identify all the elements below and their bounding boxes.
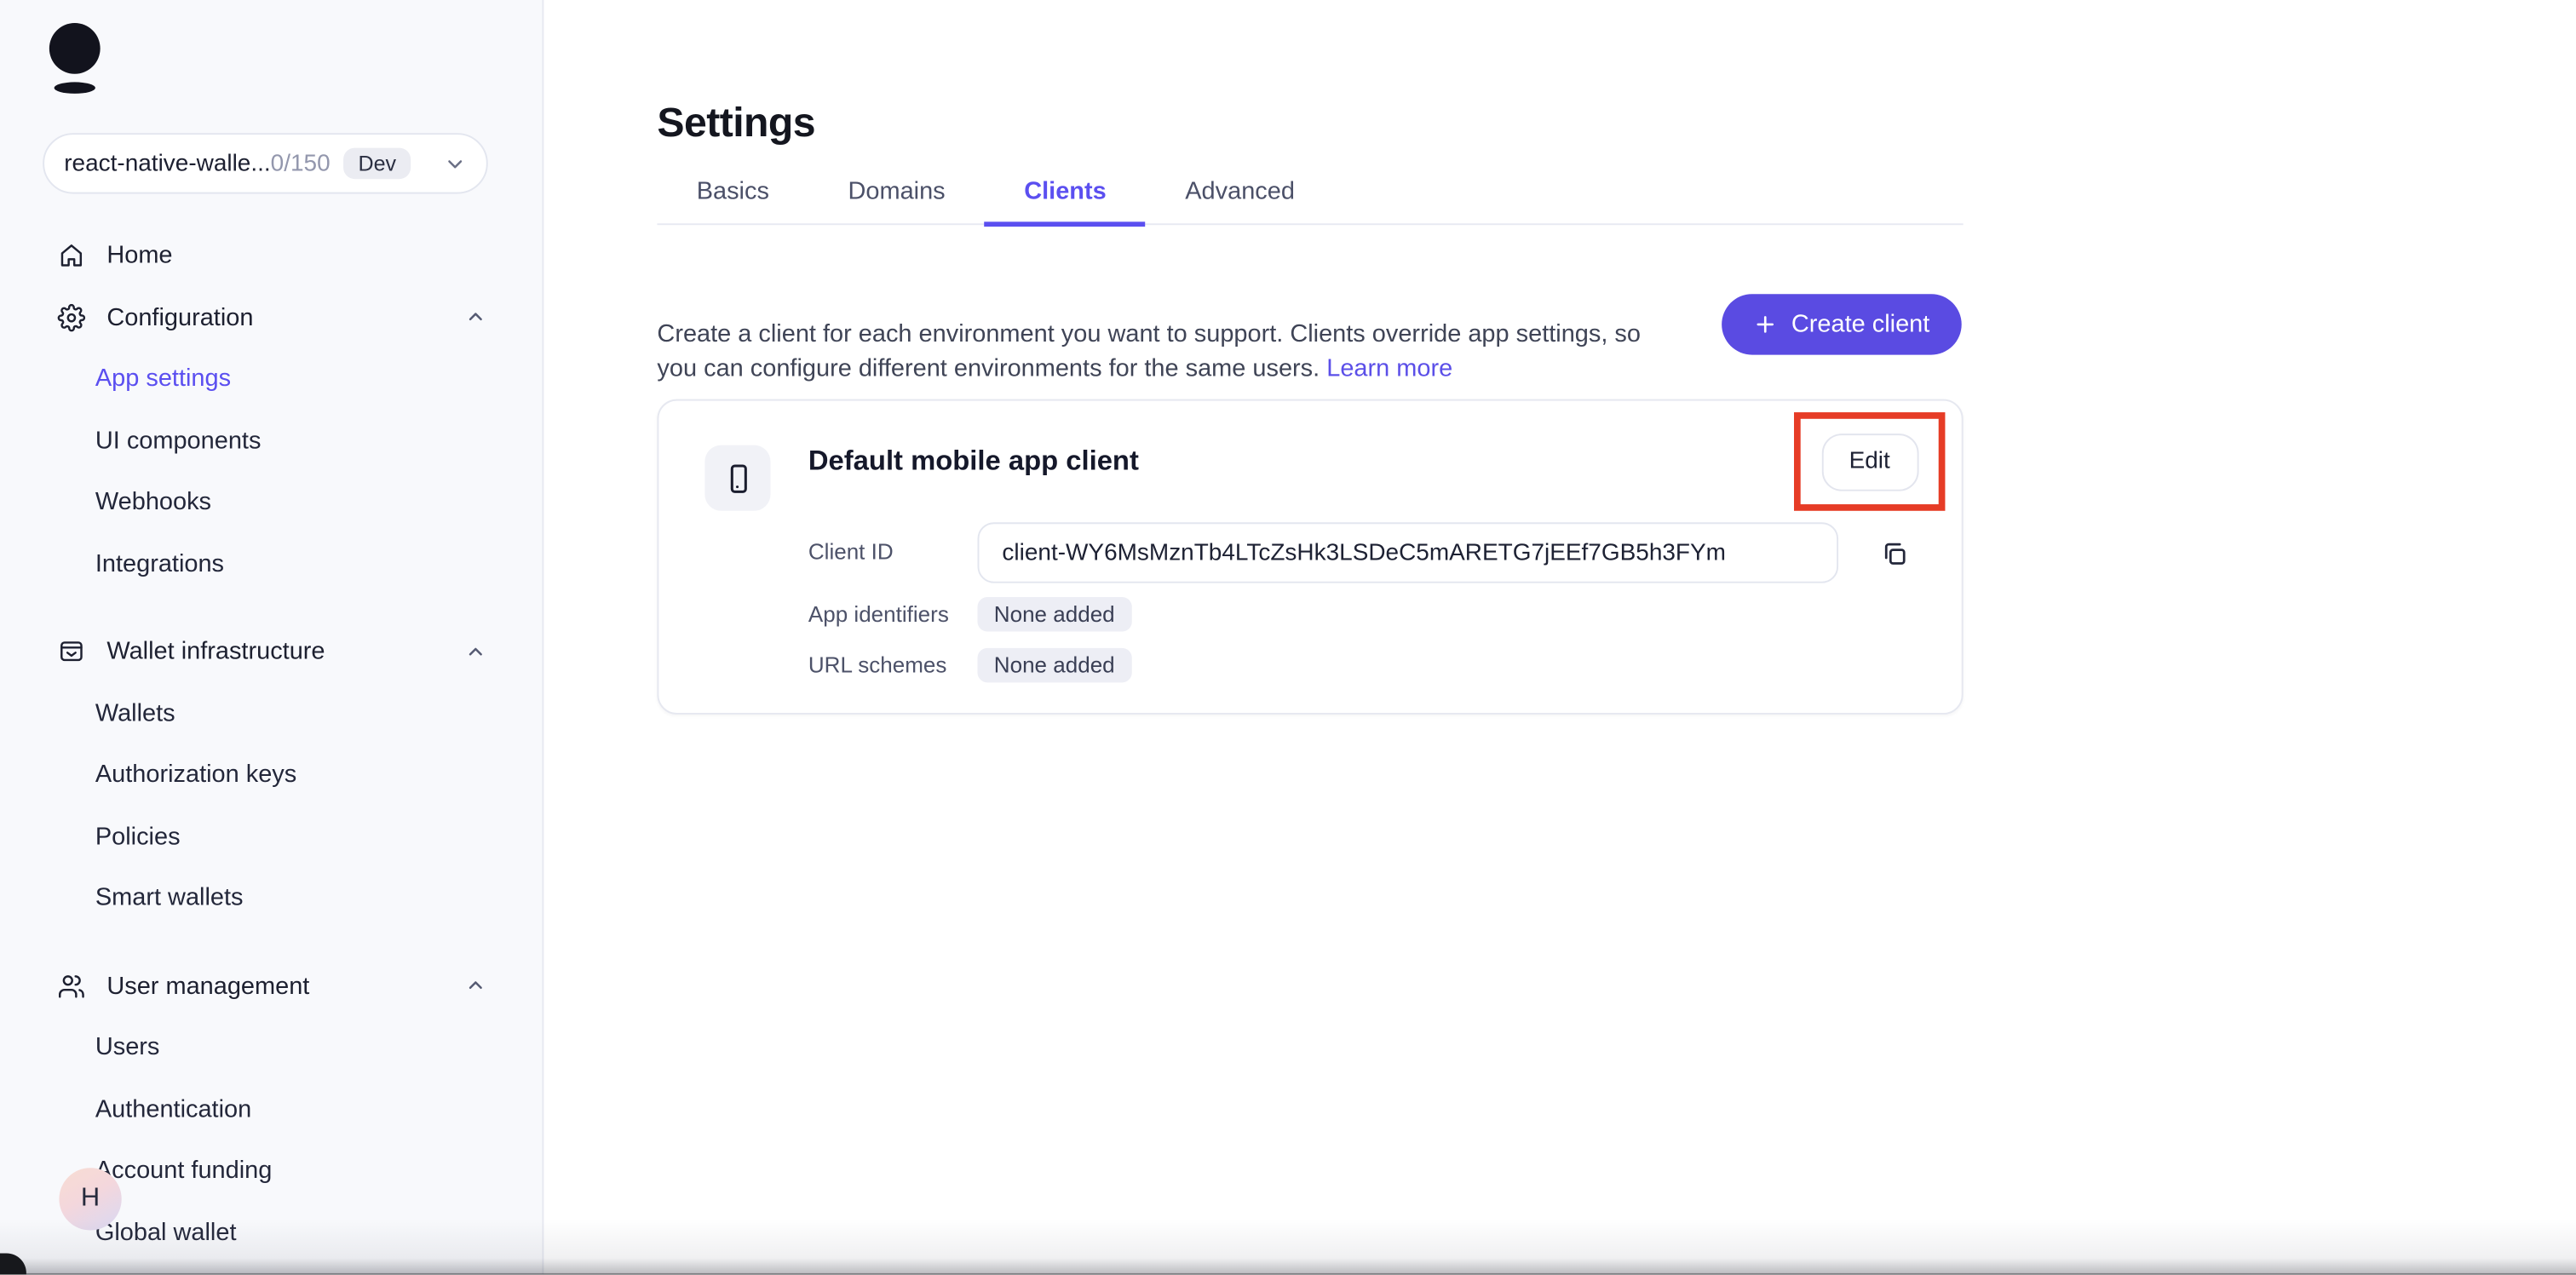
brand-logo-base-icon: [54, 82, 95, 94]
clients-description: Create a client for each environment you…: [657, 317, 1669, 386]
client-card-title: Default mobile app client: [808, 445, 1139, 477]
mobile-phone-icon: [721, 461, 755, 496]
chevron-down-icon: [444, 152, 467, 175]
sidebar-item-smart-wallets[interactable]: Smart wallets: [0, 867, 542, 928]
client-type-iconbox: [704, 445, 771, 511]
chevron-up-icon[interactable]: [465, 307, 486, 328]
edit-button[interactable]: Edit: [1820, 433, 1918, 491]
page-title: Settings: [657, 100, 816, 146]
client-id-input[interactable]: [977, 522, 1839, 583]
tab-basics[interactable]: Basics: [657, 177, 808, 227]
sidebar-item-ui-components[interactable]: UI components: [0, 410, 542, 471]
edit-highlight-annotation: Edit: [1793, 412, 1946, 511]
project-selector[interactable]: react-native-walle... 0/150 Dev: [43, 133, 488, 194]
home-icon: [57, 242, 85, 270]
clients-description-text: Create a client for each environment you…: [657, 320, 1641, 383]
sidebar-item-label: Wallet infrastructure: [106, 637, 325, 666]
main-content: Settings Basics Domains Clients Advanced…: [545, 0, 2576, 1275]
avatar-initial: H: [80, 1184, 101, 1213]
sidebar-nav: Home Configuration App settings UI compo…: [0, 225, 542, 1263]
sidebar-item-wallet-infrastructure[interactable]: Wallet infrastructure: [0, 621, 542, 682]
user-avatar[interactable]: H: [59, 1168, 122, 1231]
users-icon: [57, 972, 85, 1000]
sidebar-item-label: App settings: [95, 365, 232, 393]
client-card: Default mobile app client Edit Client ID…: [657, 399, 1964, 715]
sidebar-item-label: Smart wallets: [95, 884, 244, 912]
brand-logo-icon: [49, 22, 101, 74]
sidebar-item-webhooks[interactable]: Webhooks: [0, 471, 542, 532]
url-schemes-value-badge: None added: [977, 647, 1131, 683]
sidebar-item-app-settings[interactable]: App settings: [0, 348, 542, 410]
sidebar-item-label: Authentication: [95, 1094, 252, 1123]
sidebar-item-configuration[interactable]: Configuration: [0, 287, 542, 348]
sidebar-item-label: Users: [95, 1033, 160, 1062]
sidebar: react-native-walle... 0/150 Dev Home Con…: [0, 0, 544, 1275]
copy-icon[interactable]: [1877, 537, 1911, 571]
sidebar-item-label: Global wallet: [95, 1218, 237, 1247]
client-id-label: Client ID: [808, 539, 894, 565]
sidebar-item-label: UI components: [95, 426, 262, 455]
tab-clients[interactable]: Clients: [984, 177, 1146, 227]
nav-section-gap: [0, 929, 542, 956]
wallet-icon: [57, 638, 85, 666]
create-client-button[interactable]: Create client: [1722, 294, 1962, 355]
project-usage-count: 0/150: [270, 150, 331, 177]
tab-advanced[interactable]: Advanced: [1146, 177, 1334, 227]
environment-badge: Dev: [343, 147, 411, 180]
nav-section-gap: [0, 594, 542, 621]
sidebar-item-policies[interactable]: Policies: [0, 806, 542, 867]
project-name: react-native-walle...: [64, 150, 271, 177]
app-identifiers-label: App identifiers: [808, 601, 949, 627]
sidebar-item-label: Policies: [95, 822, 181, 851]
sidebar-item-users[interactable]: Users: [0, 1017, 542, 1078]
sidebar-item-wallets[interactable]: Wallets: [0, 682, 542, 744]
app-identifiers-value-badge: None added: [977, 597, 1131, 632]
sidebar-item-label: Authorization keys: [95, 761, 297, 790]
url-schemes-label: URL schemes: [808, 652, 947, 678]
sidebar-item-label: Wallets: [95, 699, 175, 727]
sidebar-item-label: Home: [106, 241, 173, 270]
plus-icon: [1754, 312, 1779, 336]
sidebar-item-label: User management: [106, 972, 310, 1001]
sidebar-item-label: Webhooks: [95, 488, 212, 517]
sidebar-item-label: Configuration: [106, 303, 254, 332]
tab-domains[interactable]: Domains: [808, 177, 985, 227]
sidebar-item-authentication[interactable]: Authentication: [0, 1078, 542, 1140]
app-root: react-native-walle... 0/150 Dev Home Con…: [0, 0, 2576, 1275]
chevron-up-icon[interactable]: [465, 641, 486, 663]
sidebar-item-label: Integrations: [95, 549, 225, 578]
learn-more-link[interactable]: Learn more: [1326, 355, 1452, 383]
sidebar-item-label: Account funding: [95, 1157, 273, 1185]
create-client-button-label: Create client: [1791, 310, 1930, 339]
chevron-up-icon[interactable]: [465, 975, 486, 996]
sidebar-item-home[interactable]: Home: [0, 225, 542, 286]
settings-tabbar: Basics Domains Clients Advanced: [657, 177, 1964, 227]
sidebar-item-integrations[interactable]: Integrations: [0, 533, 542, 594]
sidebar-item-user-management[interactable]: User management: [0, 955, 542, 1016]
sidebar-item-authorization-keys[interactable]: Authorization keys: [0, 744, 542, 806]
gear-icon: [57, 303, 86, 331]
